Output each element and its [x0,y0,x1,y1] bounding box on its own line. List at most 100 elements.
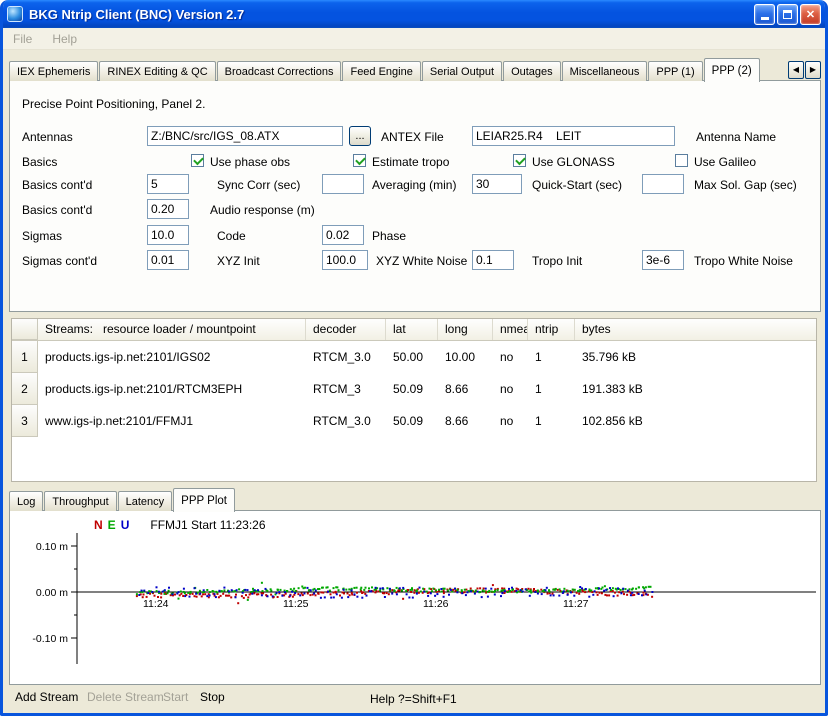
averaging-input[interactable] [322,174,364,194]
table-row[interactable]: 2 products.igs-ip.net:2101/RTCM3EPH RTCM… [12,373,816,405]
use-phase-obs-checkbox[interactable] [191,154,204,167]
cell-ntrip: 1 [528,341,575,373]
streams-table-header: Streams: resource loader / mountpoint de… [12,319,816,341]
cell-nmea: no [493,341,528,373]
maximize-icon [783,10,792,19]
sigma-code-input[interactable] [147,225,189,245]
app-icon [7,6,23,22]
antennas-row-label: Antennas [22,130,73,144]
tab-outages[interactable]: Outages [503,61,561,81]
cell-long: 10.00 [438,341,493,373]
close-icon: ✕ [806,8,815,21]
sigmas-row-label: Sigmas [22,229,62,243]
header-ntrip: ntrip [528,319,575,340]
main-tabbar: IEX Ephemeris RINEX Editing & QC Broadca… [9,56,821,81]
window-title: BKG Ntrip Client (BNC) Version 2.7 [29,7,748,22]
row-number: 3 [12,405,38,437]
tab-scroll-right-button[interactable]: ▶ [805,61,821,79]
stop-button[interactable]: Stop [200,690,225,704]
tab-iex-ephemeris[interactable]: IEX Ephemeris [9,61,98,81]
tab-rinex-editing-qc[interactable]: RINEX Editing & QC [99,61,215,81]
bottom-tabbar: Log Throughput Latency PPP Plot [9,488,236,511]
row-number: 2 [12,373,38,405]
antex-file-label: ANTEX File [381,130,444,144]
header-decoder: decoder [306,319,386,340]
xtick-1127: 11:27 [563,598,589,610]
header-bytes: bytes [575,319,816,340]
antenna-name-label: Antenna Name [696,130,776,144]
cell-nmea: no [493,405,528,437]
cell-bytes: 191.383 kB [575,373,816,405]
tab-broadcast-corrections[interactable]: Broadcast Corrections [217,61,342,81]
cell-ntrip: 1 [528,373,575,405]
max-sol-gap-label: Max Sol. Gap (sec) [694,178,797,192]
cell-mountpoint: products.igs-ip.net:2101/RTCM3EPH [38,373,306,405]
cell-lat: 50.09 [386,405,438,437]
menu-file[interactable]: File [13,32,32,46]
use-glonass-checkbox[interactable] [513,154,526,167]
header-lat: lat [386,319,438,340]
cell-long: 8.66 [438,405,493,437]
cell-ntrip: 1 [528,405,575,437]
audio-response-input[interactable] [147,199,189,219]
estimate-tropo-checkbox[interactable] [353,154,366,167]
max-sol-gap-input[interactable] [642,174,684,194]
xyz-init-input[interactable] [147,250,189,270]
tab-ppp-plot[interactable]: PPP Plot [173,488,235,512]
tropo-white-noise-input[interactable] [642,250,684,270]
sync-corr-label: Sync Corr (sec) [217,178,300,192]
sigma-phase-input[interactable] [322,225,364,245]
quick-start-input[interactable] [472,174,522,194]
ytick-010: 0.10 m [36,541,68,553]
menu-help[interactable]: Help [52,32,77,46]
cell-decoder: RTCM_3 [306,373,386,405]
footer-bar: Add Stream Delete Stream Start Stop Help… [3,688,825,713]
xyz-white-noise-label: XYZ White Noise [376,254,467,268]
antex-browse-button[interactable]: ... [349,126,371,146]
start-button[interactable]: Start [163,690,188,704]
table-row[interactable]: 3 www.igs-ip.net:2101/FFMJ1 RTCM_3.0 50.… [12,405,816,437]
use-galileo-checkbox[interactable] [675,154,688,167]
cell-lat: 50.09 [386,373,438,405]
sigma-phase-label: Phase [372,229,406,243]
close-button[interactable]: ✕ [800,4,821,25]
ytick-000: 0.00 m [36,587,68,599]
add-stream-button[interactable]: Add Stream [15,690,78,704]
ppp-plot-panel: N E U FFMJ1 Start 11:23:26 0.10 m 0.00 m… [9,510,821,685]
minimize-button[interactable] [754,4,775,25]
tropo-init-input[interactable] [472,250,514,270]
estimate-tropo-label: Estimate tropo [372,155,449,169]
app-window: BKG Ntrip Client (BNC) Version 2.7 ✕ Fil… [0,0,828,716]
xtick-1124: 11:24 [143,598,169,610]
averaging-label: Averaging (min) [372,178,456,192]
tab-log[interactable]: Log [9,491,43,511]
cell-decoder: RTCM_3.0 [306,341,386,373]
ppp2-panel: Precise Point Positioning, Panel 2. Ante… [9,80,821,312]
basics-contd2-row-label: Basics cont'd [22,203,92,217]
sync-corr-input[interactable] [147,174,189,194]
tab-serial-output[interactable]: Serial Output [422,61,502,81]
tab-ppp-1[interactable]: PPP (1) [648,61,702,81]
titlebar[interactable]: BKG Ntrip Client (BNC) Version 2.7 ✕ [0,0,828,28]
row-number: 1 [12,341,38,373]
tab-feed-engine[interactable]: Feed Engine [342,61,420,81]
header-long: long [438,319,493,340]
cell-long: 8.66 [438,373,493,405]
antenna-name-input[interactable] [472,126,675,146]
tab-scroll-left-button[interactable]: ◀ [788,61,804,79]
tab-throughput[interactable]: Throughput [44,491,116,511]
use-phase-obs-label: Use phase obs [210,155,290,169]
cell-bytes: 35.796 kB [575,341,816,373]
tab-latency[interactable]: Latency [118,491,173,511]
xyz-white-noise-input[interactable] [322,250,368,270]
ppp-plot-canvas: 0.10 m 0.00 m -0.10 m 11:24 11:25 11:26 … [10,511,824,684]
delete-stream-button[interactable]: Delete Stream [87,690,164,704]
sigma-code-label: Code [217,229,246,243]
antex-file-input[interactable] [147,126,343,146]
ytick-neg010: -0.10 m [32,633,68,645]
maximize-button[interactable] [777,4,798,25]
cell-bytes: 102.856 kB [575,405,816,437]
tab-ppp-2[interactable]: PPP (2) [704,58,760,82]
tab-miscellaneous[interactable]: Miscellaneous [562,61,648,81]
table-row[interactable]: 1 products.igs-ip.net:2101/IGS02 RTCM_3.… [12,341,816,373]
